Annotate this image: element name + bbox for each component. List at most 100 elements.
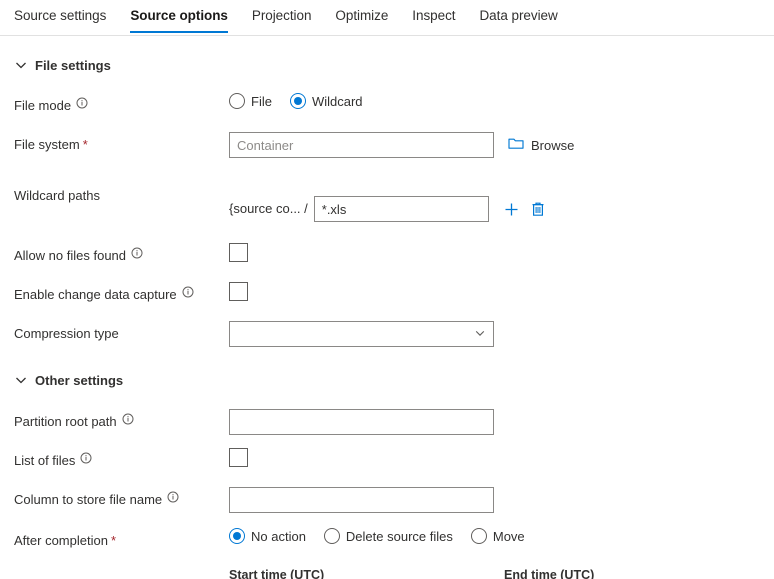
label-list-of-files: List of files [14, 448, 229, 469]
enable-change-data-capture-checkbox[interactable] [229, 282, 248, 301]
wildcard-path-input[interactable] [313, 196, 489, 222]
trash-icon [532, 202, 544, 216]
start-time-field: Start time (UTC) [229, 568, 489, 579]
tab-optimize[interactable]: Optimize [335, 0, 388, 32]
radio-label-delete-source-files: Delete source files [345, 528, 453, 544]
delete-wildcard-path-button[interactable] [530, 201, 546, 218]
chevron-down-icon [14, 58, 28, 72]
label-file-system: File system * [14, 132, 229, 153]
label-file-mode: File mode [14, 93, 229, 114]
plus-icon [505, 203, 518, 215]
chevron-down-icon [14, 373, 28, 387]
tab-source-options[interactable]: Source options [130, 0, 228, 33]
info-icon[interactable] [182, 286, 194, 298]
radio-label-move: Move [492, 528, 525, 544]
control-allow-no-files-found [229, 243, 774, 262]
label-allow-no-files-found: Allow no files found [14, 243, 229, 264]
start-time-label: Start time (UTC) [229, 568, 325, 579]
control-compression-type [229, 321, 774, 347]
file-system-input[interactable] [229, 132, 494, 158]
compression-type-select[interactable] [229, 321, 494, 347]
row-file-system: File system* Browse [0, 132, 774, 158]
row-partition-root-path: Partition root path [0, 409, 774, 435]
label-after-completion-text: After completion [14, 533, 108, 548]
tab-inspect[interactable]: Inspect [412, 0, 455, 32]
label-filter-by-last-modified: Filter by last modified [14, 568, 229, 579]
control-column-to-store-file-name [229, 487, 774, 513]
end-time-field: End time (UTC) [504, 568, 764, 579]
folder-icon [508, 136, 524, 155]
info-icon[interactable] [122, 413, 134, 425]
add-wildcard-path-button[interactable] [503, 201, 520, 218]
radio-dot-selected-icon [289, 93, 306, 109]
radio-label-wildcard: Wildcard [311, 93, 363, 109]
radio-file-mode-wildcard[interactable]: Wildcard [289, 93, 363, 109]
label-allow-no-files-found-text: Allow no files found [14, 248, 127, 263]
radio-file-mode-file[interactable]: File [229, 93, 272, 109]
control-list-of-files [229, 448, 774, 467]
control-wildcard-paths: {source co... / [229, 196, 774, 222]
column-to-store-file-name-input[interactable] [229, 487, 494, 513]
section-header-other-settings[interactable]: Other settings [0, 369, 774, 391]
label-partition-root-path: Partition root path [14, 409, 229, 430]
tab-bar: Source settings Source options Projectio… [0, 0, 774, 36]
browse-label: Browse [531, 137, 575, 153]
end-time-label: End time (UTC) [504, 568, 595, 579]
label-enable-change-data-capture-text: Enable change data capture [14, 287, 177, 302]
label-file-system-text: File system [14, 137, 80, 152]
row-after-completion: After completion * No action Delete sourc… [0, 528, 774, 554]
section-header-file-settings[interactable]: File settings [0, 54, 774, 76]
radio-dot-icon [323, 528, 340, 544]
list-of-files-checkbox[interactable] [229, 448, 248, 467]
label-partition-root-path-text: Partition root path [14, 414, 117, 429]
section-title-other-settings: Other settings [35, 372, 124, 388]
info-icon[interactable] [76, 97, 88, 109]
radio-label-no-action: No action [251, 528, 306, 544]
radio-dot-selected-icon [229, 528, 245, 544]
row-compression-type: Compression type [0, 321, 774, 347]
row-list-of-files: List of files [0, 448, 774, 474]
radio-group-file-mode: File Wildcard [229, 93, 381, 109]
partition-root-path-input[interactable] [229, 409, 494, 435]
row-allow-no-files-found: Allow no files found [0, 243, 774, 269]
source-options-panel: Source settings Source options Projectio… [0, 0, 774, 579]
row-wildcard-paths: Wildcard paths {source co... / [0, 183, 774, 222]
tab-data-preview[interactable]: Data preview [479, 0, 557, 32]
tab-source-settings[interactable]: Source settings [14, 0, 106, 32]
radio-label-file: File [251, 93, 272, 109]
control-partition-root-path [229, 409, 774, 435]
info-icon[interactable] [131, 247, 143, 259]
label-file-mode-text: File mode [14, 98, 72, 113]
row-enable-change-data-capture: Enable change data capture [0, 282, 774, 308]
form-body: File settings File mode File Wildcard Fi… [0, 36, 774, 579]
chevron-down-icon [474, 327, 486, 342]
control-filter-by-last-modified: Start time (UTC) End time (UTC) [229, 568, 774, 579]
tab-projection[interactable]: Projection [252, 0, 312, 32]
radio-after-completion-no-action[interactable]: No action [229, 528, 306, 544]
section-title-file-settings: File settings [35, 57, 111, 73]
control-file-system: Browse [229, 132, 774, 158]
label-after-completion: After completion * [14, 528, 229, 549]
radio-after-completion-delete-source-files[interactable]: Delete source files [323, 528, 453, 544]
radio-after-completion-move[interactable]: Move [470, 528, 525, 544]
row-column-to-store-file-name: Column to store file name [0, 487, 774, 513]
wildcard-path-prefix: {source co... / [229, 201, 308, 216]
info-icon[interactable] [167, 491, 179, 503]
radio-dot-icon [470, 528, 487, 544]
label-compression-type-text: Compression type [14, 326, 119, 341]
required-asterisk: * [110, 533, 116, 548]
label-column-to-store-file-name-text: Column to store file name [14, 492, 163, 507]
radio-group-after-completion: No action Delete source files Move [229, 528, 543, 544]
required-asterisk: * [82, 137, 88, 152]
row-filter-by-last-modified: Filter by last modified Start time (UTC)… [0, 568, 774, 579]
browse-button[interactable]: Browse [508, 136, 574, 155]
allow-no-files-found-checkbox[interactable] [229, 243, 248, 262]
label-enable-change-data-capture: Enable change data capture [14, 282, 229, 303]
radio-dot-icon [229, 93, 245, 109]
control-enable-change-data-capture [229, 282, 774, 301]
label-compression-type: Compression type [14, 321, 229, 342]
row-file-mode: File mode File Wildcard [0, 93, 774, 119]
label-wildcard-paths-text: Wildcard paths [14, 188, 100, 203]
info-icon[interactable] [80, 452, 92, 464]
label-list-of-files-text: List of files [14, 453, 76, 468]
